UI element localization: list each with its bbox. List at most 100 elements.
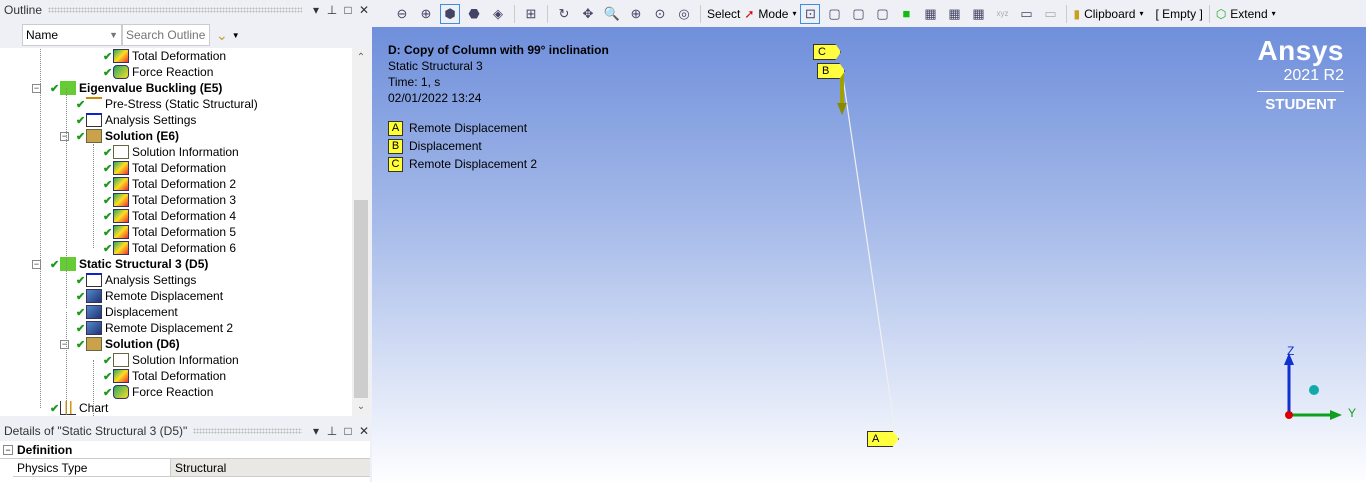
select-mesh-icon[interactable]: ⊡	[800, 3, 821, 24]
tree-item[interactable]: ✔ Total Deformation 5	[103, 224, 236, 240]
maximize-icon[interactable]: □	[340, 424, 356, 438]
check-icon: ✔	[50, 402, 60, 415]
tree-item[interactable]: − ✔ Static Structural 3 (D5)	[32, 256, 208, 272]
label-icon[interactable]: ▭	[1016, 4, 1036, 24]
graphics-viewport[interactable]: D: Copy of Column with 99° inclination S…	[372, 27, 1366, 482]
check-icon: ✔	[103, 210, 113, 223]
collapse-icon[interactable]: −	[3, 444, 13, 455]
property-value[interactable]: Structural	[171, 459, 370, 476]
tree-item[interactable]: ✔ Total Deformation	[103, 48, 226, 64]
analysis-icon	[60, 257, 76, 271]
marker-b[interactable]: B	[817, 63, 845, 79]
model-geometry	[837, 70, 897, 438]
tree-item[interactable]: ✔ Force Reaction	[103, 384, 213, 400]
info-icon	[113, 145, 129, 159]
scrollbar-thumb[interactable]	[354, 200, 368, 398]
annotation-icon[interactable]: ▭	[1040, 4, 1060, 24]
select-face-icon[interactable]: ▢	[872, 4, 892, 24]
tree-item-label: Remote Displacement 2	[105, 321, 234, 335]
tree-item-label: Force Reaction	[132, 65, 214, 79]
tree-item[interactable]: − ✔ Solution (E6)	[60, 128, 179, 144]
tree-item-label: Analysis Settings	[105, 273, 197, 287]
select-element-face-icon[interactable]: ▦	[968, 4, 988, 24]
zoom-out-icon[interactable]: ⊖	[392, 4, 412, 24]
zoom-icon[interactable]: 🔍	[602, 4, 622, 24]
close-icon[interactable]: ✕	[356, 3, 372, 17]
bc-icon	[86, 289, 102, 303]
magnifier-icon[interactable]: ◎	[674, 4, 694, 24]
result-icon	[113, 193, 129, 207]
select-edge-icon[interactable]: ▢	[848, 4, 868, 24]
tree-item[interactable]: ✔ Total Deformation 6	[103, 240, 236, 256]
collapse-icon[interactable]: −	[60, 339, 69, 349]
select-body-icon[interactable]: ■	[896, 4, 916, 24]
tree-connector	[66, 88, 67, 308]
pin-icon[interactable]: ⊥	[324, 424, 340, 438]
tree-item[interactable]: − ✔ Solution (D6)	[60, 336, 180, 352]
maximize-icon[interactable]: □	[340, 3, 356, 17]
wireframe-icon[interactable]: ⬣	[464, 4, 484, 24]
collapse-icon[interactable]: −	[60, 131, 69, 141]
check-icon: ✔	[103, 226, 113, 239]
rotate-icon[interactable]: ↻	[554, 4, 574, 24]
dropdown-icon[interactable]: ▾	[308, 3, 324, 17]
tree-item-label: Total Deformation 2	[132, 177, 237, 191]
marker-c[interactable]: C	[813, 44, 841, 60]
grid-icon[interactable]: ⊞	[521, 4, 541, 24]
tree-item[interactable]: ✔ Total Deformation 2	[103, 176, 236, 192]
filter-select[interactable]: Name ▼	[22, 24, 122, 46]
mode-menu[interactable]: Mode	[758, 7, 788, 21]
tree-item-label: Pre-Stress (Static Structural)	[105, 97, 258, 111]
drag-handle[interactable]	[48, 7, 302, 13]
tree-item[interactable]: ✔ Total Deformation	[103, 368, 226, 384]
search-outline-input[interactable]	[122, 24, 210, 46]
tree-item[interactable]: ✔ Remote Displacement 2	[76, 320, 233, 336]
pan-icon[interactable]: ✥	[578, 4, 598, 24]
pin-icon[interactable]: ⊥	[324, 3, 340, 17]
tree-item[interactable]: ✔ Pre-Stress (Static Structural)	[76, 96, 258, 112]
marker-a[interactable]: A	[867, 431, 899, 447]
tree-item[interactable]: ✔ Total Deformation 3	[103, 192, 236, 208]
tree-item-label: Total Deformation 6	[132, 241, 237, 255]
tree-item-label: Solution Information	[132, 353, 239, 367]
display-icon[interactable]: ◈	[488, 4, 508, 24]
select-node-icon[interactable]: ▦	[920, 4, 940, 24]
check-icon: ✔	[103, 354, 113, 367]
scroll-up-icon[interactable]: ⌃	[352, 52, 370, 63]
details-grid: − Definition Physics Type Structural	[0, 441, 370, 482]
shaded-view-icon[interactable]: ⬢	[440, 3, 460, 24]
tree-item[interactable]: ✔ Total Deformation	[103, 160, 226, 176]
check-icon: ✔	[76, 98, 86, 111]
coordinate-icon[interactable]: xyz	[992, 4, 1012, 24]
drag-handle[interactable]	[193, 428, 302, 434]
zoom-in-icon[interactable]: ⊕	[416, 4, 436, 24]
extend-menu[interactable]: Extend	[1230, 7, 1267, 21]
tree-item[interactable]: ✔ Analysis Settings	[76, 272, 196, 288]
scroll-down-icon[interactable]: ⌄	[352, 401, 370, 412]
clipboard-menu[interactable]: Clipboard	[1084, 7, 1135, 21]
select-vertex-icon[interactable]: ▢	[824, 4, 844, 24]
tree-item[interactable]: ✔ Remote Displacement	[76, 288, 223, 304]
tree-item[interactable]: ✔ Force Reaction	[103, 64, 213, 80]
tree-item[interactable]: ✔ Chart	[50, 400, 108, 416]
more-icon[interactable]: ▼	[232, 31, 240, 40]
tree-item[interactable]: ✔ Solution Information	[103, 352, 239, 368]
zoom-fit-icon[interactable]: ⊙	[650, 4, 670, 24]
close-icon[interactable]: ✕	[356, 424, 372, 438]
tree-item[interactable]: − ✔ Eigenvalue Buckling (E5)	[32, 80, 222, 96]
tree-item[interactable]: ✔ Analysis Settings	[76, 112, 196, 128]
check-icon: ✔	[103, 242, 113, 255]
filter-options-icon[interactable]: ⌄	[216, 27, 228, 44]
check-icon: ✔	[76, 322, 86, 335]
tree-item[interactable]: ✔ Total Deformation 4	[103, 208, 236, 224]
tree-item[interactable]: ✔ Displacement	[76, 304, 178, 320]
box-zoom-icon[interactable]: ⊕	[626, 4, 646, 24]
outline-scrollbar[interactable]: ⌃ ⌄	[352, 48, 370, 416]
dropdown-icon[interactable]: ▾	[308, 424, 324, 438]
check-icon: ✔	[76, 274, 86, 287]
check-icon: ✔	[103, 370, 113, 383]
select-element-icon[interactable]: ▦	[944, 4, 964, 24]
settings-icon	[86, 273, 102, 287]
tree-item[interactable]: ✔ Solution Information	[103, 144, 239, 160]
graphics-toolbar: ⊖ ⊕ ⬢ ⬣ ◈ ⊞ ↻ ✥ 🔍 ⊕ ⊙ ◎ Select ➚ Mode ▾ ⊡ ▢ ▢ ▢ ■ ▦ ▦ ▦ xyz ▭…	[372, 0, 1366, 27]
